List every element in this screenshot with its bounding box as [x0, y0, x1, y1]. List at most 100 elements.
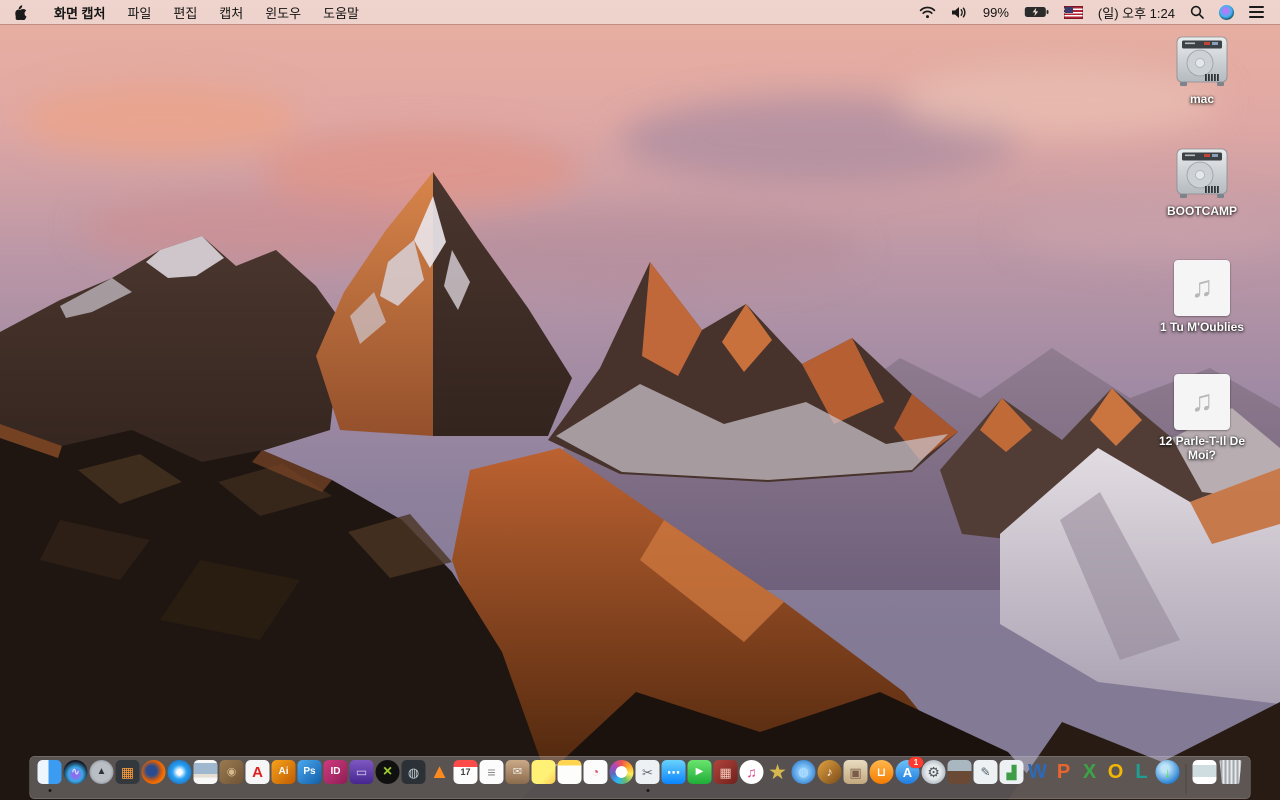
dock-divider — [1185, 763, 1187, 794]
desktop-icon-column: mac BOOTCAMP ♫ 1 Tu M'Oublies ♫ 12 Parle-T-I… — [1140, 36, 1264, 488]
battery-charging-icon[interactable] — [1020, 0, 1053, 24]
dock-item-system-preferences[interactable]: ⚙ — [921, 760, 946, 791]
dock-item-keynote-09[interactable] — [947, 760, 972, 791]
wallpaper-sierra-mountains — [0, 0, 1280, 800]
calendar-icon: 17 — [453, 760, 478, 784]
microsoft-lync-icon: L — [1135, 761, 1148, 783]
dock-item-address-book-organizer[interactable]: ◉ — [219, 760, 244, 791]
dock-item-toast-titanium[interactable]: ▭ — [349, 760, 374, 791]
dock-item-adobe-acrobat-reader[interactable]: A — [245, 760, 270, 791]
spotlight-search-icon[interactable] — [1186, 0, 1208, 24]
dock-item-dvd-player-disc[interactable]: ◍ — [791, 760, 816, 791]
dock-item-colorsync-document[interactable]: ◔ — [583, 760, 608, 791]
hard-drive-icon — [1176, 36, 1228, 86]
messages-icon: ⋯ — [661, 760, 686, 784]
colorsync-document-icon: ◔ — [583, 760, 608, 784]
dock-item-microsoft-word[interactable]: W — [1026, 760, 1050, 791]
dock-item-document-file[interactable] — [1192, 760, 1217, 791]
dock-item-vlc[interactable]: ▲ — [428, 760, 452, 791]
dock-item-media-disc-app[interactable]: ◍ — [401, 760, 426, 791]
dock-item-adobe-indesign[interactable]: ID — [323, 760, 348, 791]
ibooks-icon: ⊔ — [869, 760, 894, 784]
apple-logo-icon — [15, 4, 27, 20]
dock-item-siri[interactable]: ∿ — [63, 760, 88, 791]
audio-file-1[interactable]: ♫ 1 Tu M'Oublies — [1140, 260, 1264, 374]
dock-item-mission-control[interactable]: ▦ — [115, 760, 140, 791]
dock-item-itunes[interactable]: ♫ — [739, 760, 764, 791]
firefox-icon — [141, 760, 166, 784]
dock-item-adobe-photoshop[interactable]: Ps — [297, 760, 322, 791]
notes-icon — [557, 760, 582, 784]
dock-item-firefox[interactable] — [141, 760, 166, 791]
dock-item-adobe-illustrator[interactable]: Ai — [271, 760, 296, 791]
audio-file-2[interactable]: ♫ 12 Parle-T-Il De Moi? — [1140, 374, 1264, 488]
dock-item-facetime[interactable]: ▶ — [687, 760, 712, 791]
dock-item-ibooks[interactable]: ⊔ — [869, 760, 894, 791]
dock-item-notes[interactable] — [557, 760, 582, 791]
dock-item-finder[interactable] — [37, 760, 62, 792]
siri-icon[interactable] — [1215, 0, 1238, 24]
dock-item-grab-screen-capture[interactable]: ✂ — [635, 760, 660, 792]
bootcamp-drive[interactable]: BOOTCAMP — [1140, 148, 1264, 260]
microsoft-powerpoint-icon: P — [1056, 761, 1071, 783]
dock-item-microsoft-outlook[interactable]: O — [1104, 760, 1128, 791]
menu-bar-clock[interactable]: (일) 오후 1:24 — [1094, 0, 1179, 24]
dock-item-scrapbook-collage-app[interactable]: ▣ — [843, 760, 868, 791]
notification-center-icon[interactable] — [1245, 0, 1268, 24]
mac-drive[interactable]: mac — [1140, 36, 1264, 148]
dock-item-numbers-09[interactable]: ▟ — [999, 760, 1024, 791]
imovie-icon: ★ — [768, 760, 787, 784]
volume-icon[interactable] — [947, 0, 972, 24]
adobe-illustrator-icon: Ai — [271, 760, 296, 784]
dock-item-stickies[interactable] — [531, 760, 556, 791]
menu-item-edit[interactable]: 편집 — [162, 0, 208, 24]
wifi-icon[interactable] — [915, 0, 940, 24]
dock-item-unarchiver[interactable]: ✉ — [505, 760, 530, 791]
dock-item-app-store[interactable]: A1 — [895, 757, 924, 791]
dock-item-imovie[interactable]: ★ — [766, 760, 790, 791]
address-book-organizer-icon: ◉ — [219, 760, 244, 784]
dock-item-launchpad[interactable]: ▲ — [89, 760, 114, 791]
desktop: 화면 캡처 파일 편집 캡처 윈도우 도움말 99% (일) 오후 1:24 m… — [0, 0, 1280, 800]
app-menu-name[interactable]: 화면 캡처 — [43, 0, 116, 24]
dvd-player-disc-icon: ◍ — [791, 760, 816, 784]
dock-item-messages[interactable]: ⋯ — [661, 760, 686, 791]
dock-item-dvd-ripper-x[interactable]: × — [375, 760, 400, 791]
menu-item-file[interactable]: 파일 — [116, 0, 162, 24]
apple-menu[interactable] — [0, 0, 43, 24]
dock-item-web-downloader[interactable]: ↓ — [1155, 760, 1180, 791]
finder-icon — [37, 760, 62, 784]
document-file-icon — [1192, 760, 1217, 784]
itunes-icon: ♫ — [739, 760, 764, 784]
system-preferences-icon: ⚙ — [921, 760, 946, 784]
web-downloader-icon: ↓ — [1155, 760, 1180, 784]
dock-item-calendar[interactable]: 17 — [453, 760, 478, 791]
dock-item-safari[interactable]: ◈ — [167, 760, 192, 791]
dock-item-microsoft-powerpoint[interactable]: P — [1052, 760, 1076, 791]
dock-item-microsoft-lync[interactable]: L — [1130, 760, 1154, 791]
input-source-us-flag[interactable] — [1060, 0, 1087, 24]
dock-item-microsoft-excel[interactable]: X — [1078, 760, 1102, 791]
unarchiver-icon: ✉ — [505, 760, 530, 784]
dock-item-reminders[interactable]: ≡ — [479, 760, 504, 791]
menu-bar: 화면 캡처 파일 편집 캡처 윈도우 도움말 99% (일) 오후 1:24 — [0, 0, 1280, 24]
audio-note-icon: ♫ — [1174, 260, 1230, 316]
stickies-icon — [531, 760, 556, 784]
dock-item-photos[interactable] — [609, 760, 634, 791]
menu-item-window[interactable]: 윈도우 — [254, 0, 312, 24]
dock-item-photo-booth[interactable]: ▦ — [713, 760, 738, 791]
dock-item-pages-09[interactable]: ✎ — [973, 760, 998, 791]
numbers-09-icon: ▟ — [999, 760, 1024, 784]
dock-item-trash-full[interactable] — [1219, 760, 1243, 791]
menu-item-help[interactable]: 도움말 — [312, 0, 370, 24]
desktop-icon-label: BOOTCAMP — [1167, 204, 1237, 218]
dock-item-preview[interactable] — [193, 760, 218, 791]
running-indicator-dot — [48, 789, 51, 792]
dock-item-garageband[interactable]: ♪ — [817, 760, 842, 791]
desktop-icon-label: mac — [1189, 92, 1215, 106]
grab-screen-capture-icon: ✂ — [635, 760, 660, 784]
photo-booth-icon: ▦ — [713, 760, 738, 784]
facetime-icon: ▶ — [687, 760, 712, 784]
preview-icon — [193, 760, 218, 784]
menu-item-capture[interactable]: 캡처 — [208, 0, 254, 24]
